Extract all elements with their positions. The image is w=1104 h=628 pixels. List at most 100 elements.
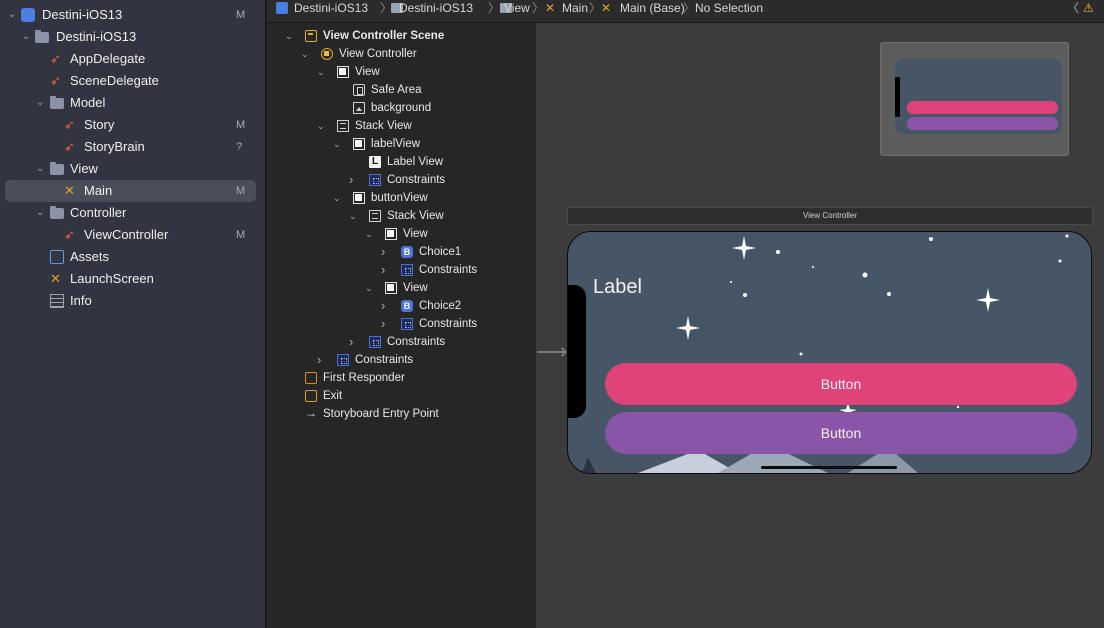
outline-item[interactable]: ⌄ View Controller Scene <box>267 27 536 45</box>
navigator-item[interactable]: ⌄ Controller <box>0 202 266 224</box>
selection-highlight <box>5 180 256 202</box>
chevron-left-icon[interactable]: 〈 <box>1067 0 1079 16</box>
source-control-badge: M <box>236 9 246 21</box>
disclosure-chevron-icon[interactable]: ⌄ <box>301 45 309 63</box>
disclosure-chevron-icon[interactable]: ⌄ <box>36 158 46 180</box>
outline-item[interactable]: L Label View <box>267 153 536 171</box>
outline-item-label: Exit <box>323 390 343 402</box>
outline-item-label: View <box>403 282 428 294</box>
outline-item-label: View <box>355 66 380 78</box>
disclosure-chevron-icon[interactable]: ⌄ <box>36 202 46 224</box>
outline-item[interactable]: Exit <box>267 387 536 405</box>
navigator-item-label: Story <box>84 117 115 132</box>
disclosure-chevron-icon[interactable]: ⌄ <box>317 117 325 135</box>
disclosure-chevron-icon[interactable]: › <box>381 297 385 315</box>
navigator-item-label: LaunchScreen <box>70 271 154 286</box>
label-view[interactable]: Label <box>593 276 642 299</box>
disclosure-chevron-icon[interactable]: › <box>381 315 385 333</box>
view-icon <box>353 138 365 150</box>
disclosure-chevron-icon[interactable]: › <box>349 171 353 189</box>
choice1-button[interactable]: Button <box>605 363 1077 405</box>
navigator-item[interactable]: ➶ SceneDelegate <box>0 70 266 92</box>
navigator-item[interactable]: Assets <box>0 246 266 268</box>
stack-icon <box>369 210 381 222</box>
outline-item[interactable]: ⌄ Stack View <box>267 207 536 225</box>
outline-item[interactable]: ⌄ View <box>267 63 536 81</box>
navigator-item-label: ViewController <box>84 227 169 242</box>
disclosure-chevron-icon[interactable]: ⌄ <box>333 135 341 153</box>
storyboard-canvas[interactable]: View Controller ⟶ Label Button Button <box>536 23 1104 628</box>
disclosure-chevron-icon[interactable]: › <box>381 261 385 279</box>
crumb-project-icon <box>276 2 288 14</box>
warning-icon[interactable]: ⚠ <box>1083 0 1094 16</box>
outline-item[interactable]: First Responder <box>267 369 536 387</box>
outline-item[interactable]: ⌄ Stack View <box>267 117 536 135</box>
navigator-item[interactable]: ➶ StoryBrain? <box>0 136 266 158</box>
crumb-item-2[interactable]: View <box>504 0 530 16</box>
navigator-item[interactable]: ⌄ Destini-iOS13 <box>0 26 266 48</box>
navigator-item[interactable]: ➶ Story M <box>0 114 266 136</box>
navigator-item-label: Main <box>84 183 113 198</box>
outline-item-label: View <box>403 228 428 240</box>
choice2-button[interactable]: Button <box>605 412 1077 454</box>
outline-item[interactable]: › Constraints <box>267 261 536 279</box>
crumb-item-3[interactable]: Main <box>562 0 588 16</box>
outline-item-label: Safe Area <box>371 84 422 96</box>
navigator-item[interactable]: ⌄ Model <box>0 92 266 114</box>
outline-item[interactable]: › Constraints <box>267 171 536 189</box>
outline-item[interactable]: ⌄ labelView <box>267 135 536 153</box>
outline-item-label: Constraints <box>355 354 414 366</box>
outline-item[interactable]: › Constraints <box>267 351 536 369</box>
disclosure-chevron-icon[interactable]: › <box>349 333 353 351</box>
outline-item[interactable]: ⌄ View <box>267 279 536 297</box>
navigator-item[interactable]: ✕ LaunchScreen <box>0 268 266 290</box>
outline-item-label: Stack View <box>355 120 412 132</box>
disclosure-chevron-icon[interactable]: ⌄ <box>8 4 18 26</box>
navigator-item[interactable]: ✕ Main M <box>0 180 266 202</box>
navigator-item[interactable]: ⌄ Destini-iOS13 M <box>0 4 266 26</box>
navigator-item[interactable]: ➶ ViewController M <box>0 224 266 246</box>
chevron-right-icon: 〉 <box>532 1 545 15</box>
outline-item[interactable]: background <box>267 99 536 117</box>
outline-item[interactable]: Safe Area <box>267 81 536 99</box>
storyboard-icon: ✕ <box>50 271 61 286</box>
project-icon <box>21 8 35 22</box>
navigator-item[interactable]: ➶ AppDelegate <box>0 48 266 70</box>
navigator-item[interactable]: ⌄ View <box>0 158 266 180</box>
disclosure-chevron-icon[interactable]: ⌄ <box>333 189 341 207</box>
outline-item[interactable]: ⌄ View <box>267 225 536 243</box>
disclosure-chevron-icon[interactable]: ⌄ <box>22 26 32 48</box>
disclosure-chevron-icon[interactable]: ⌄ <box>365 225 373 243</box>
outline-item[interactable]: › B Choice1 <box>267 243 536 261</box>
navigator-item-label: Info <box>70 293 92 308</box>
navigator-item-label: View <box>70 161 98 176</box>
outline-item[interactable]: › Constraints <box>267 315 536 333</box>
outline-item[interactable]: ⌄ buttonView <box>267 189 536 207</box>
disclosure-chevron-icon[interactable]: ⌄ <box>317 63 325 81</box>
source-control-badge: M <box>236 119 246 131</box>
chevron-right-icon: 〉 <box>683 1 696 15</box>
source-control-badge: M <box>236 229 246 241</box>
phone-frame[interactable]: Label Button Button <box>567 231 1092 474</box>
scene-title-bar[interactable]: View Controller <box>567 207 1093 225</box>
outline-item-label: Choice2 <box>419 300 462 312</box>
crumb-item-5[interactable]: No Selection <box>695 0 763 16</box>
navigator-item-label: Destini-iOS13 <box>42 7 123 22</box>
scene-minimap[interactable] <box>880 42 1069 156</box>
outline-item[interactable]: ⌄ View Controller <box>267 45 536 63</box>
disclosure-chevron-icon[interactable]: › <box>317 351 321 369</box>
swift-icon: ➶ <box>50 73 61 88</box>
navigator-item-label: Assets <box>70 249 110 264</box>
outline-item[interactable]: › Constraints <box>267 333 536 351</box>
disclosure-chevron-icon[interactable]: ⌄ <box>285 27 293 45</box>
crumb-item-0[interactable]: Destini-iOS13 <box>294 0 368 16</box>
disclosure-chevron-icon[interactable]: › <box>381 243 385 261</box>
outline-item[interactable]: → Storyboard Entry Point <box>267 405 536 423</box>
disclosure-chevron-icon[interactable]: ⌄ <box>365 279 373 297</box>
navigator-item[interactable]: Info <box>0 290 266 312</box>
disclosure-chevron-icon[interactable]: ⌄ <box>36 92 46 114</box>
outline-item[interactable]: › B Choice2 <box>267 297 536 315</box>
crumb-item-1[interactable]: Destini-iOS13 <box>399 0 473 16</box>
disclosure-chevron-icon[interactable]: ⌄ <box>349 207 357 225</box>
crumb-item-4[interactable]: Main (Base) <box>620 0 685 16</box>
